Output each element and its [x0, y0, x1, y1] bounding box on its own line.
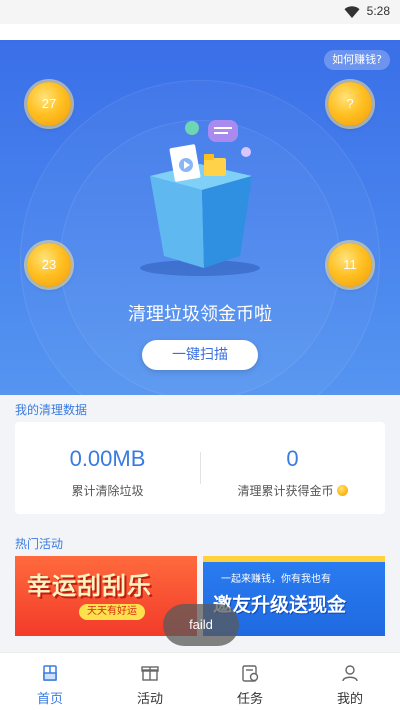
status-time: 5:28: [366, 4, 390, 18]
banner-title: 幸运刮刮乐: [27, 572, 152, 600]
hero-banner: 如何赚钱? 27 ? 23 11 清理垃圾领金币啦 一键扫描: [0, 40, 400, 395]
tab-activities[interactable]: 活动: [100, 653, 200, 710]
floating-coin[interactable]: ?: [328, 82, 372, 126]
tab-label: 首页: [36, 692, 63, 707]
cleanup-stats-card: 0.00MB 累计清除垃圾 0 清理累计获得金币: [15, 422, 385, 514]
gift-icon: [141, 666, 159, 681]
tab-label: 我的: [336, 692, 363, 707]
cleared-stat: 0.00MB 累计清除垃圾: [15, 422, 200, 514]
coins-value: 0: [286, 446, 299, 471]
tab-home[interactable]: 首页: [0, 653, 100, 710]
toast-message: faild: [163, 604, 239, 646]
cleared-value: 0.00MB: [69, 446, 146, 471]
activities-section-title: 热门活动: [15, 537, 64, 551]
bottom-tab-bar: 首页 活动 任务 我的: [0, 652, 400, 710]
coin-icon: [336, 485, 348, 496]
cleared-label: 累计清除垃圾: [71, 484, 144, 498]
coins-label-row: 清理累计获得金币: [200, 482, 385, 499]
cleanup-section-title: 我的清理数据: [15, 403, 88, 417]
tab-profile[interactable]: 我的: [300, 653, 400, 710]
wifi-icon: [344, 6, 360, 18]
trash-can-illustration: [140, 120, 260, 276]
task-icon: [242, 665, 259, 682]
coins-stat: 0 清理累计获得金币: [200, 422, 385, 514]
hero-title: 清理垃圾领金币啦: [128, 304, 272, 325]
banner-decor-stripe: [203, 556, 385, 562]
tab-label: 任务: [236, 692, 263, 707]
user-icon: [342, 665, 358, 682]
how-to-earn-button[interactable]: 如何赚钱?: [324, 50, 390, 70]
floating-coin[interactable]: 27: [27, 82, 71, 126]
banner-subtitle: 天天有好运: [79, 604, 145, 620]
one-click-scan-button[interactable]: 一键扫描: [142, 340, 258, 370]
status-bar: 5:28: [0, 0, 400, 24]
tab-label: 活动: [136, 692, 163, 707]
banner-subtitle: 一起来赚钱，你有我也有: [221, 574, 331, 585]
floating-coin[interactable]: 23: [27, 243, 71, 287]
tab-tasks[interactable]: 任务: [200, 653, 300, 710]
coins-label: 清理累计获得金币: [237, 484, 334, 498]
broom-icon: [43, 665, 57, 681]
header-spacer: [0, 24, 400, 40]
floating-coin[interactable]: 11: [328, 243, 372, 287]
